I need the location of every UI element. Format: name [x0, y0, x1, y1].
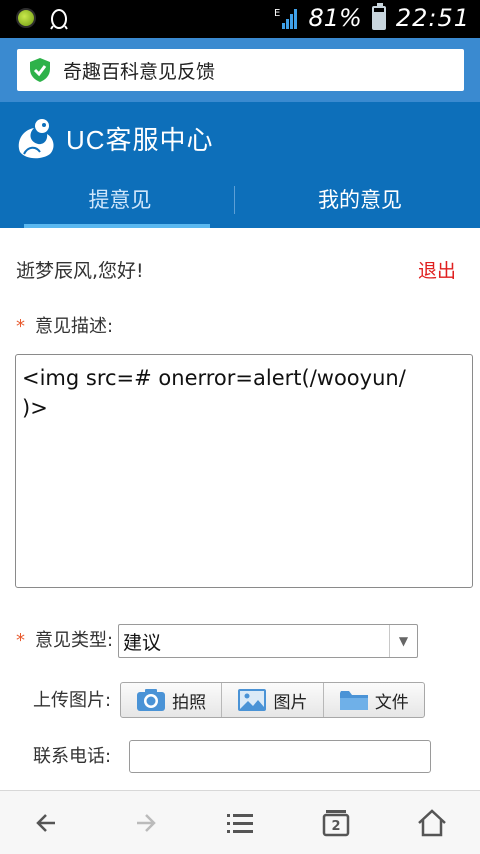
tab-submit-feedback[interactable]: 提意见 — [0, 182, 240, 228]
user-greeting: 逝梦辰风,您好! — [16, 260, 144, 282]
choose-file-label: 文件 — [374, 692, 409, 713]
arrow-left-icon — [36, 813, 55, 832]
tab-divider — [234, 186, 235, 214]
home-icon — [418, 808, 446, 836]
home-button[interactable] — [384, 791, 480, 854]
chevron-down-icon[interactable]: ▼ — [389, 625, 417, 657]
battery-percent: 81% — [308, 4, 362, 32]
arrow-right-icon — [137, 813, 156, 832]
battery-icon — [371, 3, 386, 30]
description-label-row: * 意见描述: — [16, 312, 113, 338]
tab-count: 2 — [331, 819, 340, 834]
menu-list-icon — [227, 813, 253, 833]
menu-button[interactable] — [192, 791, 288, 854]
logout-link[interactable]: 退出 — [418, 256, 456, 283]
upload-button-group: 拍照 图片 文件 — [120, 682, 425, 718]
app-notification-icon — [16, 8, 36, 28]
service-center-title: UC客服中心 — [66, 124, 214, 155]
feedback-tabs: 提意见 我的意见 — [0, 182, 480, 228]
description-textarea[interactable]: <img src=# onerror=alert(/wooyun/ )> — [15, 354, 473, 588]
uc-squirrel-logo-icon — [18, 119, 54, 159]
tabs-count-icon: 2 — [322, 809, 350, 836]
choose-file-button[interactable]: 文件 — [324, 683, 424, 717]
required-marker: * — [16, 316, 25, 337]
uc-logo: UC客服中心 — [14, 116, 214, 160]
choose-image-label: 图片 — [273, 692, 308, 713]
clock: 22:51 — [395, 4, 470, 32]
camera-icon — [137, 689, 166, 711]
type-label-row: * 意见类型: — [16, 626, 113, 652]
address-bar: 奇趣百科意见反馈 — [0, 38, 480, 102]
folder-icon — [339, 691, 368, 710]
feedback-type-select[interactable]: 建议 ▼ — [118, 624, 418, 658]
take-photo-button[interactable]: 拍照 — [121, 683, 223, 717]
choose-image-button[interactable]: 图片 — [222, 683, 324, 717]
take-photo-label: 拍照 — [172, 692, 207, 713]
system-indicators: E 81% 22:51 — [274, 3, 470, 32]
tabs-button[interactable]: 2 — [288, 791, 384, 854]
required-marker: * — [16, 630, 25, 651]
image-icon — [238, 689, 267, 711]
browser-toolbar: 2 — [0, 790, 480, 854]
url-field[interactable]: 奇趣百科意见反馈 — [17, 49, 464, 91]
tab-my-feedback[interactable]: 我的意见 — [240, 182, 480, 228]
type-label: 意见类型: — [35, 630, 114, 651]
upload-label: 上传图片: — [33, 690, 112, 711]
status-bar: E 81% 22:51 — [0, 0, 480, 38]
phone-input[interactable] — [129, 740, 431, 773]
qq-penguin-icon — [50, 9, 68, 30]
phone-label: 联系电话: — [33, 746, 112, 767]
back-button[interactable] — [0, 791, 96, 854]
uc-service-header: UC客服中心 提意见 我的意见 — [0, 102, 480, 228]
description-label: 意见描述: — [35, 316, 114, 337]
secure-shield-icon — [30, 58, 50, 82]
page-title-in-url: 奇趣百科意见反馈 — [63, 60, 216, 83]
network-type-label: E — [274, 8, 280, 19]
signal-icon: E — [274, 8, 298, 29]
notification-icons — [16, 8, 68, 30]
feedback-type-value: 建议 — [123, 631, 162, 654]
forward-button[interactable] — [96, 791, 192, 854]
